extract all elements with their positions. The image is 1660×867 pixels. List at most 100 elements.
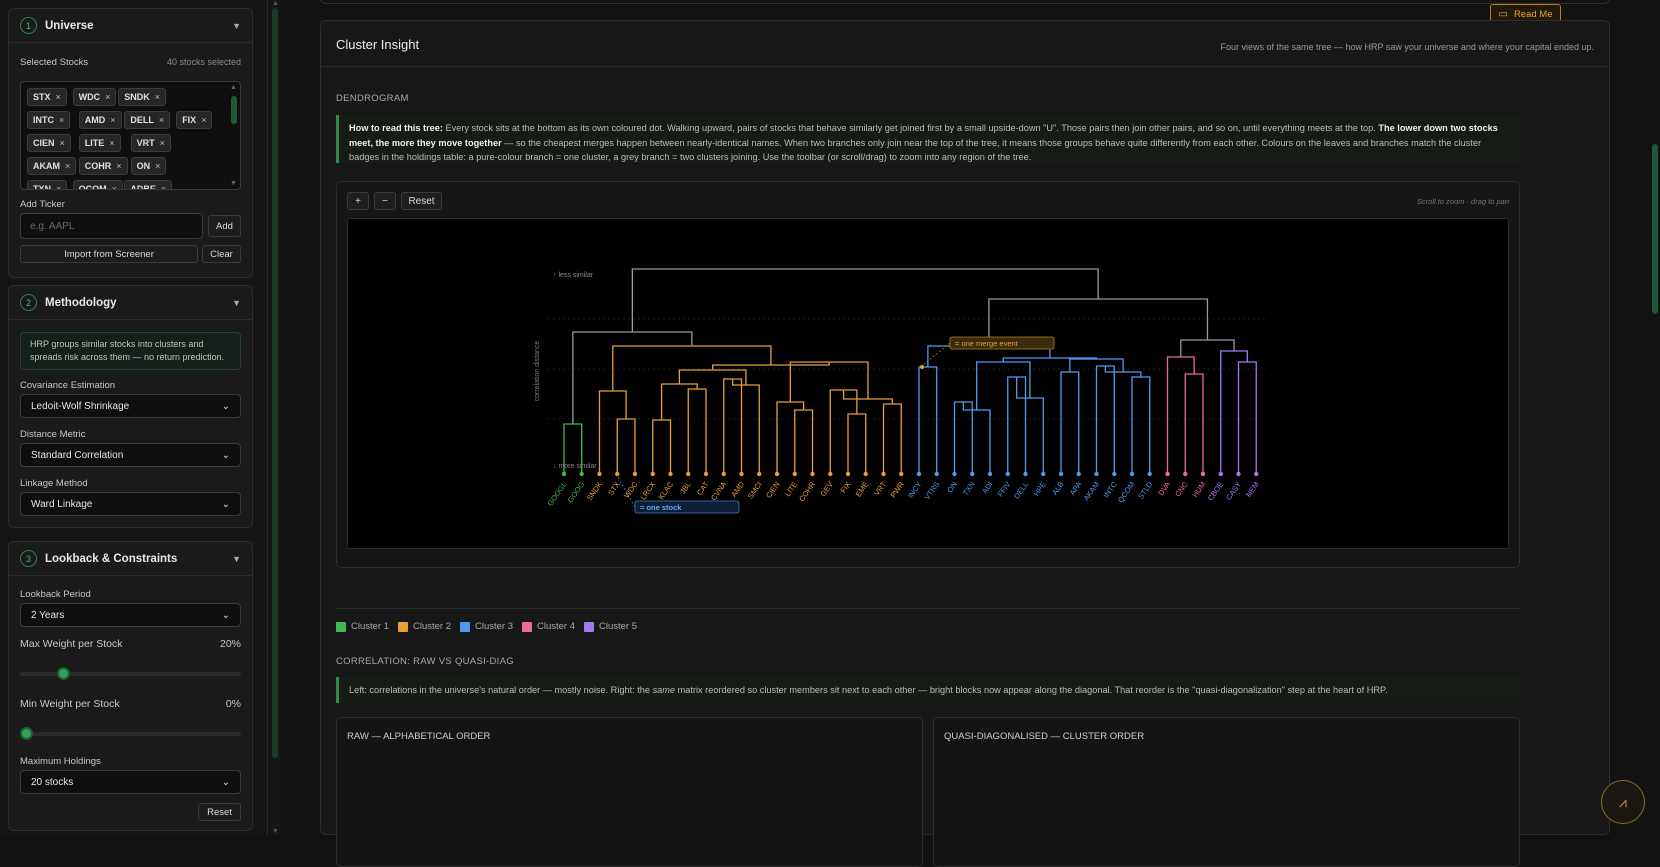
panel-title: Lookback & Constraints: [45, 552, 178, 565]
dendrogram-chart[interactable]: GOOGLGOOGSNDK STX WDCLRCX KLAC JBL CATCVNA AMD…: [348, 219, 1509, 549]
close-icon[interactable]: ×: [65, 161, 70, 171]
close-icon[interactable]: ×: [56, 92, 61, 102]
covariance-select[interactable]: Ledoit-Wolf Shrinkage ⌄: [20, 394, 241, 418]
close-icon[interactable]: ×: [60, 138, 65, 148]
covariance-value: Ledoit-Wolf Shrinkage: [31, 400, 130, 412]
leaf-label: PWR: [888, 480, 906, 500]
chip-scrollbar[interactable]: ▲ ▼: [230, 84, 238, 187]
page-scrollbar-thumb[interactable]: [1652, 144, 1658, 314]
distance-select[interactable]: Standard Correlation ⌄: [20, 443, 241, 467]
close-icon[interactable]: ×: [109, 138, 114, 148]
leaf-label: FIX: [839, 480, 853, 495]
page-title: Cluster Insight: [336, 37, 420, 52]
close-icon[interactable]: ×: [105, 92, 110, 102]
stock-chip[interactable]: LITE ×: [78, 134, 121, 152]
slider-handle[interactable]: [20, 727, 33, 740]
leaf-dot: [703, 471, 709, 477]
distance-label: Distance Metric: [20, 429, 86, 440]
close-icon[interactable]: ×: [201, 115, 206, 125]
leaf-dot: [1058, 471, 1064, 477]
universe-header[interactable]: 1 Universe ▼: [9, 9, 252, 43]
stock-chip[interactable]: STX ×: [27, 88, 67, 106]
leaf-label: LRCX: [639, 480, 658, 502]
step-number: 3: [20, 550, 37, 567]
leaf-dot: [668, 471, 673, 477]
leaf-dot: [934, 471, 939, 477]
close-icon[interactable]: ×: [56, 184, 61, 189]
close-icon[interactable]: ×: [59, 115, 64, 125]
dendrogram-canvas[interactable]: GOOGL GOOG SNDK STX WDC LRCX KLAC JBL CAT CVNA AMD…: [347, 218, 1509, 549]
leaf-label: QCOM: [1116, 480, 1137, 504]
slider-handle[interactable]: [57, 667, 71, 680]
linkage-label: Linkage Method: [20, 478, 88, 489]
stock-chip[interactable]: ON ×: [130, 157, 167, 175]
selected-stocks-list[interactable]: ▲ ▼ STX × WDC × SNDK × INTC × AMD × DELL × FIX × CIEN ×…: [20, 81, 241, 190]
leaf-label: AKAM: [1082, 480, 1102, 503]
dendrogram-panel: + − Reset Scroll to zoom · drag to pan G…: [336, 181, 1520, 568]
leaf-dot: [863, 471, 868, 477]
stock-chip[interactable]: SNDK ×: [118, 88, 166, 106]
sidebar-scrollbar[interactable]: ▲ ▼: [270, 0, 280, 835]
stock-chip[interactable]: CIEN ×: [27, 134, 71, 152]
divider: [336, 608, 1520, 609]
help-em: same: [652, 685, 676, 695]
chip-label: AMD: [84, 115, 106, 125]
scrollbar-thumb[interactable]: [272, 8, 278, 758]
close-icon[interactable]: ×: [155, 92, 160, 102]
max-weight-slider[interactable]: [20, 667, 241, 680]
help-a: Left: correlations in the universe's nat…: [349, 685, 653, 695]
stock-chip[interactable]: WDC ×: [72, 88, 117, 106]
help-tail: — so the cheapest merges happen between …: [349, 137, 1482, 163]
legend-item: Cluster 4: [522, 621, 575, 632]
close-icon[interactable]: ×: [159, 115, 164, 125]
ticker-input[interactable]: e.g. AAPL: [20, 213, 203, 239]
leaf-dot: [615, 471, 620, 477]
leaf-dot: [1005, 471, 1010, 477]
dendrogram-link: [1180, 339, 1235, 357]
stock-chip[interactable]: VRT ×: [130, 134, 171, 152]
read-me-label: Read Me: [1513, 8, 1553, 20]
stock-chip[interactable]: TXN ×: [27, 180, 68, 189]
reset-button[interactable]: Reset: [198, 803, 241, 821]
methodology-header[interactable]: 2 Methodology ▼: [9, 286, 252, 320]
stock-chip[interactable]: AMD ×: [78, 111, 122, 129]
stock-chip[interactable]: COHR ×: [78, 157, 128, 175]
stock-chip[interactable]: FIX ×: [176, 111, 213, 129]
stock-chip[interactable]: AKAM ×: [27, 157, 77, 175]
zoom-in-button[interactable]: +: [347, 192, 369, 210]
close-icon[interactable]: ×: [160, 138, 165, 148]
zoom-out-button[interactable]: −: [374, 192, 396, 210]
lookback-period-select[interactable]: 2 Years ⌄: [20, 603, 241, 627]
chip-label: QCOM: [78, 184, 107, 190]
min-weight-slider[interactable]: [20, 727, 241, 740]
legend-swatch: [584, 621, 594, 632]
stock-chip[interactable]: QCOM ×: [72, 180, 123, 190]
selected-count: 40 stocks selected: [166, 57, 241, 67]
collapse-icon[interactable]: ▼: [232, 298, 241, 308]
close-icon[interactable]: ×: [110, 115, 115, 125]
stock-chip[interactable]: INTC ×: [27, 111, 71, 129]
clear-button[interactable]: Clear: [202, 245, 241, 263]
add-button[interactable]: Add: [208, 215, 241, 237]
lookback-period-label: Lookback Period: [20, 589, 91, 600]
leaf-label: JBL: [678, 480, 693, 496]
chevron-down-icon: ⌄: [221, 449, 230, 461]
zoom-reset-button[interactable]: Reset: [401, 192, 442, 210]
legend-label: Cluster 4: [537, 621, 576, 632]
import-from-screener-button[interactable]: Import from Screener: [20, 245, 198, 263]
assistant-fab[interactable]: ⩘: [1601, 780, 1645, 824]
lookback-header[interactable]: 3 Lookback & Constraints ▼: [9, 542, 252, 576]
stock-chip[interactable]: DELL ×: [124, 111, 171, 129]
collapse-icon[interactable]: ▼: [232, 21, 241, 31]
card-header: Cluster Insight Four views of the same t…: [321, 21, 1609, 67]
collapse-icon[interactable]: ▼: [232, 554, 241, 564]
max-holdings-select[interactable]: 20 stocks ⌄: [20, 770, 241, 794]
close-icon[interactable]: ×: [116, 161, 121, 171]
stock-chip[interactable]: ADBE ×: [124, 180, 173, 189]
dendrogram-link: [598, 390, 627, 474]
close-icon[interactable]: ×: [161, 184, 166, 189]
leaf-dot: [774, 471, 780, 477]
linkage-select[interactable]: Ward Linkage ⌄: [20, 492, 241, 516]
close-icon[interactable]: ×: [155, 161, 160, 171]
close-icon[interactable]: ×: [112, 184, 117, 189]
